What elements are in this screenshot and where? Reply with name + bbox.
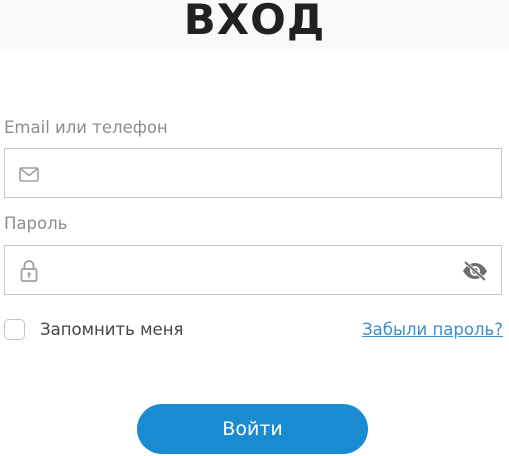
password-field[interactable]	[4, 245, 502, 296]
envelope-icon	[17, 162, 41, 186]
login-field[interactable]	[4, 148, 502, 199]
eye-slash-icon[interactable]	[461, 259, 489, 283]
login-button[interactable]: Войти	[137, 404, 368, 454]
login-page: ВХОД Email или телефон Пароль Запомнить …	[0, 0, 509, 456]
header: ВХОД	[0, 0, 509, 52]
remember-me-checkbox[interactable]	[4, 319, 25, 340]
password-label: Пароль	[4, 214, 68, 233]
forgot-password-link[interactable]: Забыли пароль?	[362, 320, 503, 340]
login-input[interactable]	[49, 149, 453, 199]
password-input[interactable]	[49, 246, 453, 296]
page-title: ВХОД	[183, 0, 326, 44]
remember-me-label[interactable]: Запомнить меня	[40, 320, 183, 340]
lock-icon	[17, 258, 41, 282]
login-label: Email или телефон	[4, 118, 168, 137]
